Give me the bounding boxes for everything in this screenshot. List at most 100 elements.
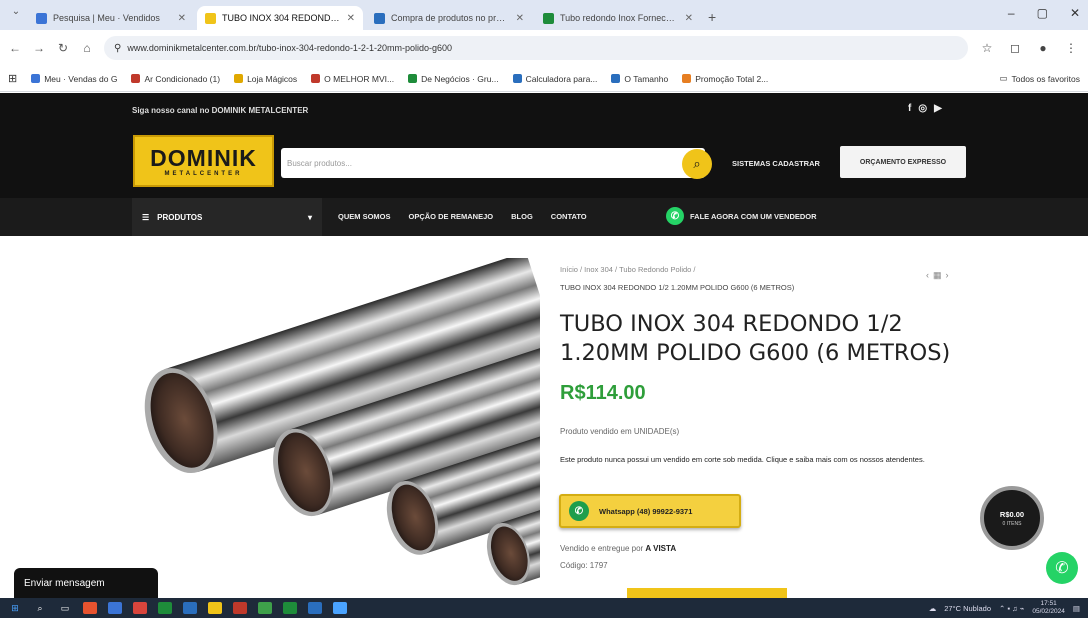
tab-search-icon[interactable]: ⌄	[8, 6, 24, 24]
forward-icon[interactable]: →	[32, 41, 46, 55]
logo-tagline: METALCENTER	[164, 171, 243, 177]
browser-tab[interactable]: TUBO INOX 304 REDONDO 1/2 ✕	[197, 6, 363, 30]
bookmark-item[interactable]: Calculadora para...	[512, 74, 597, 84]
start-menu-icon[interactable]: ⊞	[8, 602, 22, 614]
bookmark-label: Ar Condicionado (1)	[144, 73, 221, 84]
youtube-icon[interactable]: ▶	[934, 103, 942, 114]
clock-time: 17:51	[1040, 600, 1057, 607]
tab-title: TUBO INOX 304 REDONDO 1/2	[222, 13, 341, 23]
taskbar-app-icon[interactable]	[233, 602, 247, 614]
apps-grid-icon[interactable]: ⊞	[8, 72, 17, 85]
taskbar-app-icon[interactable]	[183, 602, 197, 614]
facebook-icon[interactable]: f	[908, 103, 911, 114]
minimize-button[interactable]: –	[1008, 6, 1015, 20]
url-field[interactable]: ⚲ www.dominikmetalcenter.com.br/tubo-ino…	[104, 36, 968, 60]
add-to-cart-button[interactable]	[627, 588, 787, 598]
home-icon[interactable]: ⌂	[80, 41, 94, 55]
task-view-icon[interactable]: ▭	[58, 602, 72, 614]
nav-link-about[interactable]: QUEM SOMOS	[338, 212, 391, 221]
instagram-icon[interactable]: ◎	[918, 103, 927, 114]
tab-close-icon[interactable]: ✕	[685, 13, 693, 24]
weather-icon: ☁	[928, 603, 937, 613]
bookmark-item[interactable]: O MELHOR MVI...	[311, 74, 394, 84]
bookmark-item[interactable]: De Negócios · Gru...	[408, 73, 499, 84]
taskbar-app-icon[interactable]	[108, 602, 122, 614]
whatsapp-float-icon[interactable]: ✆	[1046, 552, 1078, 584]
bookmark-item[interactable]: Meu · Vendas do G	[31, 74, 117, 84]
nav-link-contact[interactable]: CONTATO	[551, 212, 587, 221]
weather-text[interactable]: 27°C Nublado	[944, 604, 991, 613]
new-tab-button[interactable]: +	[708, 9, 716, 25]
tab-close-icon[interactable]: ✕	[516, 13, 524, 24]
bookmark-favicon-icon	[408, 74, 418, 83]
profile-avatar-icon[interactable]: ●	[1034, 41, 1052, 55]
bookmark-favicon-icon	[131, 74, 141, 83]
systems-link[interactable]: SISTEMAS CADASTRAR	[732, 159, 820, 168]
products-menu[interactable]: ☰ PRODUTOS ▾	[132, 198, 322, 236]
cart-value: R$0.00	[999, 509, 1025, 519]
bookmark-label: Meu · Vendas do G	[44, 73, 118, 84]
all-bookmarks-label: Todos os favoritos	[1011, 73, 1080, 84]
promo-text: Siga nosso canal no DOMINIK METALCENTER	[132, 106, 309, 115]
url-text: www.dominikmetalcenter.com.br/tubo-inox-…	[127, 43, 452, 53]
tray-icons[interactable]: ⌃ ▪ ♫ ⌁	[999, 604, 1024, 613]
tab-close-icon[interactable]: ✕	[178, 13, 186, 24]
all-bookmarks[interactable]: ▭ Todos os favoritos	[999, 73, 1080, 84]
back-icon[interactable]: ←	[8, 41, 22, 55]
taskbar-app-icon[interactable]	[83, 602, 97, 614]
bookmark-star-icon[interactable]: ☆	[978, 41, 996, 55]
site-logo[interactable]: DOMINIK METALCENTER	[133, 135, 274, 187]
taskbar-search-icon[interactable]: ⌕	[33, 602, 47, 614]
quote-button[interactable]: ORÇAMENTO EXPRESSO	[840, 146, 966, 178]
close-window-button[interactable]: ✕	[1070, 6, 1080, 20]
site-info-icon[interactable]: ⚲	[114, 43, 121, 54]
bookmark-label: Loja Mágicos	[247, 73, 298, 84]
browser-tab[interactable]: Compra de produtos no preço ✕	[366, 6, 532, 30]
product-title: TUBO INOX 304 REDONDO 1/2 1.20MM POLIDO …	[560, 311, 951, 366]
product-search-input[interactable]: Buscar produtos...	[281, 148, 705, 178]
taskbar-app-icon[interactable]	[208, 602, 222, 614]
folder-icon: ▭	[999, 73, 1008, 83]
taskbar-app-icon[interactable]	[333, 602, 347, 614]
whatsapp-nav-link[interactable]: ✆ FALE AGORA COM UM VENDEDOR	[666, 207, 817, 225]
browser-tab[interactable]: Pesquisa | Meu · Vendidos ✕	[28, 6, 194, 30]
tab-title: Pesquisa | Meu · Vendidos	[53, 13, 160, 23]
chat-widget[interactable]: Enviar mensagem	[14, 568, 158, 598]
prev-product-icon[interactable]: ‹	[926, 270, 929, 281]
taskbar-app-icon[interactable]	[158, 602, 172, 614]
bookmark-label: O Tamanho	[624, 73, 669, 84]
next-product-icon[interactable]: ›	[946, 270, 949, 281]
tab-favicon-icon	[205, 12, 216, 24]
bookmark-item[interactable]: Ar Condicionado (1)	[131, 74, 220, 84]
clock[interactable]: 17:51 05/02/2024	[1032, 600, 1065, 616]
search-icon[interactable]: ⌕	[682, 149, 712, 179]
main-nav: ☰ PRODUTOS ▾ QUEM SOMOS OPÇÃO DE REMANEJ…	[0, 198, 1088, 236]
notifications-icon[interactable]: ▤	[1073, 604, 1080, 613]
nav-link-blog[interactable]: BLOG	[511, 212, 533, 221]
menu-icon[interactable]: ⋮	[1062, 41, 1080, 55]
grid-icon[interactable]: ▦	[933, 270, 942, 281]
whatsapp-button[interactable]: ✆ Whatsapp (48) 99922-9371	[559, 494, 741, 528]
bookmark-favicon-icon	[512, 74, 522, 83]
extensions-icon[interactable]: ◻	[1006, 41, 1024, 55]
seller-prefix: Vendido e entregue por	[560, 544, 644, 553]
bookmark-favicon-icon	[234, 74, 244, 83]
maximize-button[interactable]: ▢	[1037, 6, 1048, 20]
taskbar-app-icon[interactable]	[308, 602, 322, 614]
bookmark-item[interactable]: Loja Mágicos	[234, 74, 297, 84]
breadcrumb[interactable]: Início / Inox 304 / Tubo Redondo Polido …	[560, 265, 696, 274]
nav-link-remanejo[interactable]: OPÇÃO DE REMANEJO	[409, 212, 494, 221]
browser-tab[interactable]: Tubo redondo Inox Fornecedor ✕	[535, 6, 701, 30]
taskbar-app-icon[interactable]	[133, 602, 147, 614]
taskbar-app-icon[interactable]	[258, 602, 272, 614]
taskbar-app-icon[interactable]	[283, 602, 297, 614]
reload-icon[interactable]: ↻	[56, 41, 70, 55]
tab-close-icon[interactable]: ✕	[347, 13, 355, 24]
product-image[interactable]	[138, 258, 540, 588]
product-navigation: ‹ ▦ ›	[926, 270, 949, 281]
bookmark-item[interactable]: Promoção Total 2...	[682, 74, 768, 84]
bookmark-label: De Negócios · Gru...	[421, 73, 499, 84]
bookmark-item[interactable]: O Tamanho	[611, 74, 668, 84]
logo-name: DOMINIK	[150, 145, 257, 171]
floating-cart[interactable]: R$0.00 0 ITENS	[980, 486, 1044, 550]
